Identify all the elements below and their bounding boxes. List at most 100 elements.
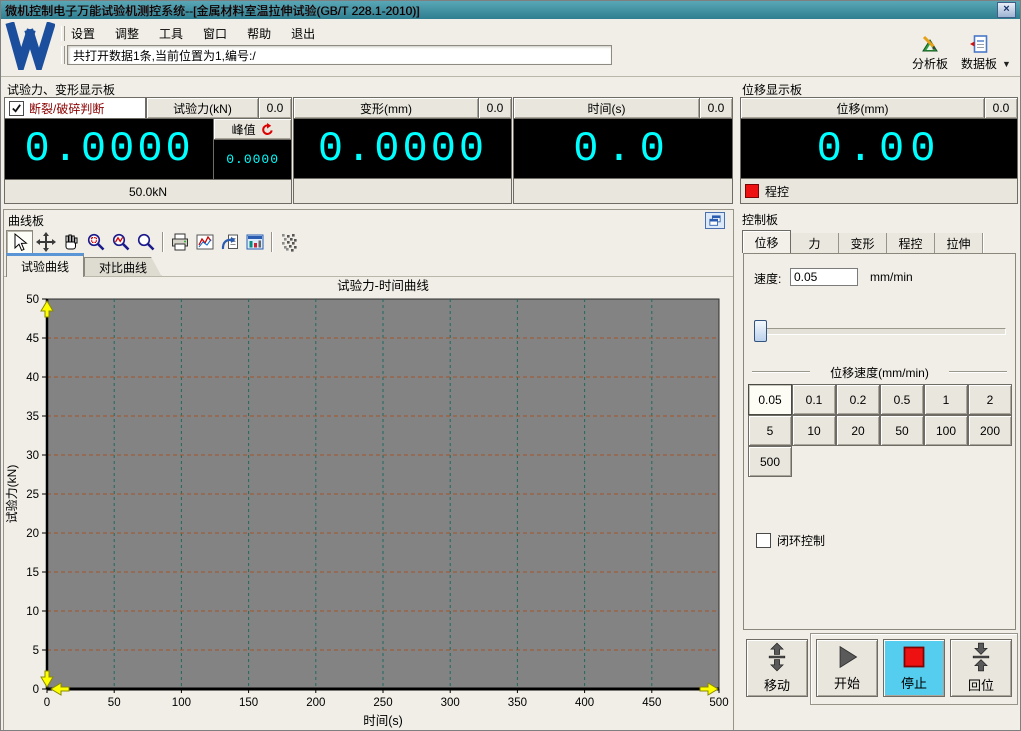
analysis-board-button[interactable]: 分析板: [904, 32, 956, 72]
disp-display: 0.00: [741, 119, 1017, 179]
break-detect-label: 断裂/破碎判断: [29, 101, 105, 116]
data-replay-icon[interactable]: [217, 231, 242, 254]
speed-group-title: 位移速度(mm/min): [830, 366, 929, 380]
tab-force[interactable]: 力: [791, 233, 839, 253]
move-crosshair-icon[interactable]: [33, 231, 58, 254]
tab-tensile[interactable]: 拉伸: [935, 233, 983, 253]
menu-settings[interactable]: 设置: [69, 24, 97, 43]
speed-slider-handle[interactable]: [754, 320, 767, 342]
force-panel-caption: 试验力、变形显示板: [7, 83, 116, 97]
closed-loop-checkbox-box[interactable]: [756, 533, 771, 548]
restore-icon[interactable]: [705, 212, 725, 229]
speed-option-1[interactable]: 1: [924, 384, 968, 415]
svg-text:300: 300: [441, 697, 460, 709]
force-aux-value: 0.0: [258, 98, 291, 118]
force-display: 0.0000: [5, 119, 214, 179]
close-icon[interactable]: ×: [997, 2, 1016, 18]
move-jog-icon: [768, 642, 786, 672]
time-channel-button[interactable]: 时间(s): [514, 98, 699, 118]
home-button[interactable]: 回位: [950, 639, 1012, 697]
deform-aux-value: 0.0: [478, 98, 511, 118]
app-logo-icon: [5, 21, 56, 79]
menu-window[interactable]: 窗口: [201, 24, 229, 43]
print-icon[interactable]: [167, 231, 192, 254]
zoom-icon[interactable]: [133, 231, 158, 254]
speed-option-100[interactable]: 100: [924, 415, 968, 446]
speed-option-0.1[interactable]: 0.1: [792, 384, 836, 415]
time-aux-value: 0.0: [699, 98, 732, 118]
speed-option-0.05[interactable]: 0.05: [748, 384, 792, 415]
tab-compare-curve[interactable]: 对比曲线: [84, 257, 162, 277]
svg-text:试验力-时间曲线: 试验力-时间曲线: [337, 278, 429, 293]
toolbar-separator: [271, 232, 272, 252]
speed-option-50[interactable]: 50: [880, 415, 924, 446]
svg-text:5: 5: [33, 645, 39, 657]
menu-adjust[interactable]: 调整: [113, 24, 141, 43]
peak-refresh-icon[interactable]: [261, 122, 274, 136]
menu-tools[interactable]: 工具: [157, 24, 185, 43]
curve-style-icon[interactable]: [192, 231, 217, 254]
chart-area[interactable]: 0 50 100 150 200 250 300 350 400 450 500 0 5 10 15 20 25…: [4, 276, 733, 730]
svg-text:15: 15: [26, 567, 39, 579]
toolbar: 设置 调整 工具 窗口 帮助 退出 共打开数据1条,当前位置为1,编号:/ 分析板 数据板: [1, 19, 1020, 79]
zoom-curve-icon[interactable]: [108, 231, 133, 254]
stop-icon: [903, 646, 925, 668]
svg-text:200: 200: [306, 697, 325, 709]
speed-option-500[interactable]: 500: [748, 446, 792, 477]
menu-exit[interactable]: 退出: [289, 24, 317, 43]
speed-input[interactable]: [790, 268, 858, 286]
closed-loop-label: 闭环控制: [777, 534, 826, 548]
tab-test-curve[interactable]: 试验曲线: [6, 253, 85, 277]
data-board-button[interactable]: 数据板: [953, 32, 1005, 72]
speed-option-2[interactable]: 2: [968, 384, 1012, 415]
svg-text:50: 50: [108, 697, 121, 709]
move-button[interactable]: 移动: [746, 639, 808, 697]
svg-text:0: 0: [44, 697, 50, 709]
toolbar-overflow-icon[interactable]: ▼: [1002, 59, 1011, 69]
speed-label: 速度:: [754, 272, 782, 286]
speed-option-10[interactable]: 10: [792, 415, 836, 446]
force-range-label: 50.0kN: [128, 185, 168, 199]
deform-channel-button[interactable]: 变形(mm): [294, 98, 478, 118]
break-detect-checkbox-box[interactable]: [9, 100, 24, 116]
force-channel-button[interactable]: 试验力(kN): [146, 98, 258, 118]
peak-label: 峰值: [231, 122, 256, 137]
stop-button[interactable]: 停止: [883, 639, 945, 697]
bitmap-export-icon[interactable]: [276, 231, 301, 254]
break-detect-checkbox[interactable]: 断裂/破碎判断: [5, 98, 146, 118]
svg-text:0: 0: [33, 684, 39, 696]
speed-option-5[interactable]: 5: [748, 415, 792, 446]
disp-channel-button[interactable]: 位移(mm): [741, 98, 984, 118]
speed-option-0.2[interactable]: 0.2: [836, 384, 880, 415]
status-textbox[interactable]: 共打开数据1条,当前位置为1,编号:/: [67, 45, 612, 65]
control-panel: 控制板 位移力变形程控拉伸 速度: mm/min 位移速度(mm/min) 0.…: [738, 209, 1020, 730]
time-bottom-strip: [514, 179, 732, 203]
svg-text:500: 500: [709, 697, 728, 709]
start-button[interactable]: 开始: [816, 639, 878, 697]
peak-display: 0.0000: [214, 140, 291, 179]
svg-text:时间(s): 时间(s): [363, 714, 403, 728]
time-display: 0.0: [514, 119, 732, 179]
speed-option-200[interactable]: 200: [968, 415, 1012, 446]
chart-plot[interactable]: 0 50 100 150 200 250 300 350 400 450 500 0 5 10 15 20 25…: [4, 277, 733, 730]
speed-slider-track[interactable]: [756, 328, 1006, 335]
speed-option-20[interactable]: 20: [836, 415, 880, 446]
tab-deform[interactable]: 变形: [839, 233, 887, 253]
tab-displacement[interactable]: 位移: [742, 230, 791, 253]
select-cursor-icon[interactable]: [6, 229, 33, 255]
force-display-group: 断裂/破碎判断 试验力(kN) 0.0 0.0000 峰值 0.0000 50.…: [4, 97, 292, 204]
report-panel-icon[interactable]: [242, 231, 267, 254]
svg-text:100: 100: [172, 697, 191, 709]
curve-panel: 曲线板 试验曲线 对比曲线 0 50 100 150 200 250 300 350 400 450…: [3, 209, 734, 730]
tab-program[interactable]: 程控: [887, 233, 935, 253]
menu-grip: [61, 26, 65, 41]
pan-hand-icon[interactable]: [58, 231, 83, 254]
peak-bar: 峰值: [214, 119, 291, 140]
analysis-board-icon: [922, 35, 938, 52]
menu-bar: 设置 调整 工具 窗口 帮助 退出: [69, 24, 317, 43]
deform-display: 0.0000: [294, 119, 511, 179]
zoom-rect-icon[interactable]: [83, 231, 108, 254]
closed-loop-checkbox[interactable]: 闭环控制: [756, 532, 825, 549]
speed-option-0.5[interactable]: 0.5: [880, 384, 924, 415]
menu-help[interactable]: 帮助: [245, 24, 273, 43]
